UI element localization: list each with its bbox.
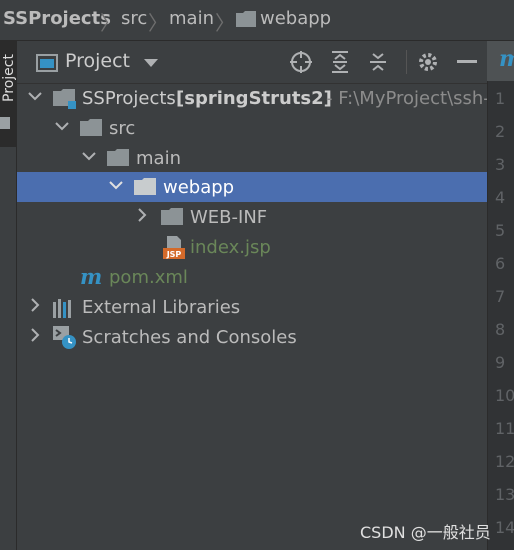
line-number: 11 — [495, 419, 514, 438]
line-number: 5 — [495, 221, 506, 240]
line-number: 4 — [495, 188, 506, 207]
tree-item-root[interactable]: SSProjects [springStruts2] - F:\MyProjec… — [17, 83, 490, 113]
breadcrumb-project[interactable]: SSProjects — [3, 8, 111, 29]
tree-item-external-libraries[interactable]: External Libraries — [17, 292, 487, 322]
chevron-right-icon[interactable] — [28, 298, 42, 312]
navigation-bar: SSProjects 〉 src 〉 main 〉 webapp — [0, 0, 514, 41]
folder-icon — [134, 178, 156, 195]
root-path: - F:\MyProject\ssh- — [326, 88, 490, 109]
expand-all-icon[interactable] — [328, 50, 352, 74]
scratches-icon — [53, 326, 76, 349]
line-number: 9 — [495, 353, 506, 372]
svg-text:JSP: JSP — [166, 250, 182, 259]
line-number: 3 — [495, 155, 506, 174]
jsp-file-icon: JSP — [163, 236, 185, 259]
breadcrumb-separator-icon: 〉 — [100, 11, 120, 35]
chevron-down-icon[interactable] — [28, 89, 42, 103]
tree-item-pom[interactable]: m pom.xml — [17, 262, 487, 292]
line-number: 14 — [495, 518, 514, 537]
toolbar-divider — [406, 50, 407, 74]
chevron-right-icon[interactable] — [28, 328, 42, 342]
editor-tab-pom[interactable]: m — [487, 41, 514, 81]
folder-icon — [161, 208, 183, 225]
tree-label-main: main — [136, 148, 181, 169]
folder-icon — [107, 149, 129, 166]
breadcrumb-separator-icon: 〉 — [215, 11, 235, 35]
project-view-icon — [36, 54, 58, 72]
line-number: 13 — [495, 485, 514, 504]
library-icon — [53, 299, 71, 318]
chevron-down-icon[interactable] — [82, 149, 96, 163]
breadcrumb-main[interactable]: main — [169, 8, 214, 29]
tree-label-external-libraries: External Libraries — [82, 297, 241, 318]
line-number: 6 — [495, 254, 506, 273]
tree-item-webapp[interactable]: webapp — [17, 172, 487, 202]
collapse-all-icon[interactable] — [366, 50, 390, 74]
tree-label-index-jsp: index.jsp — [190, 237, 271, 258]
line-number: 1 — [495, 89, 506, 108]
root-module-name: [springStruts2] — [176, 88, 332, 109]
breadcrumb-src[interactable]: src — [121, 8, 147, 29]
chevron-right-icon[interactable] — [135, 208, 149, 222]
locate-icon[interactable] — [289, 50, 313, 74]
tree-item-scratches[interactable]: Scratches and Consoles — [17, 322, 487, 352]
tree-label-pom: pom.xml — [109, 267, 188, 288]
tree-label-src: src — [109, 118, 136, 139]
line-number: 7 — [495, 287, 506, 306]
view-dropdown-icon[interactable] — [144, 59, 158, 67]
line-number: 10 — [495, 386, 514, 405]
breadcrumb-webapp[interactable]: webapp — [260, 8, 331, 29]
tree-item-main[interactable]: main — [17, 143, 487, 173]
project-tool-window-label[interactable]: Project — [1, 35, 17, 121]
root-project-name: SSProjects — [82, 88, 176, 109]
chevron-down-icon[interactable] — [55, 119, 69, 133]
maven-icon: m — [80, 264, 103, 289]
project-panel-header: Project — [17, 41, 487, 84]
line-number: 8 — [495, 320, 506, 339]
line-number: 12 — [495, 452, 514, 471]
breadcrumb-separator-icon: 〉 — [148, 11, 168, 35]
minimize-icon[interactable] — [455, 50, 479, 74]
tree-label-webapp: webapp — [163, 177, 235, 198]
maven-icon: m — [499, 46, 514, 72]
project-strip-icon — [0, 117, 10, 129]
line-number: 2 — [495, 122, 506, 141]
tree-label-webinf: WEB-INF — [190, 207, 268, 228]
tree-item-webinf[interactable]: WEB-INF — [17, 202, 487, 232]
tree-item-index-jsp[interactable]: JSP index.jsp — [17, 232, 487, 262]
watermark: CSDN @一般社员 — [360, 523, 491, 542]
gear-icon[interactable] — [416, 50, 440, 74]
module-folder-icon — [53, 89, 76, 109]
tree-label-scratches: Scratches and Consoles — [82, 327, 297, 348]
folder-icon — [80, 119, 102, 136]
panel-title[interactable]: Project — [65, 50, 130, 72]
tree-item-src[interactable]: src — [17, 113, 487, 143]
folder-icon — [236, 11, 256, 27]
chevron-down-icon[interactable] — [109, 178, 123, 192]
